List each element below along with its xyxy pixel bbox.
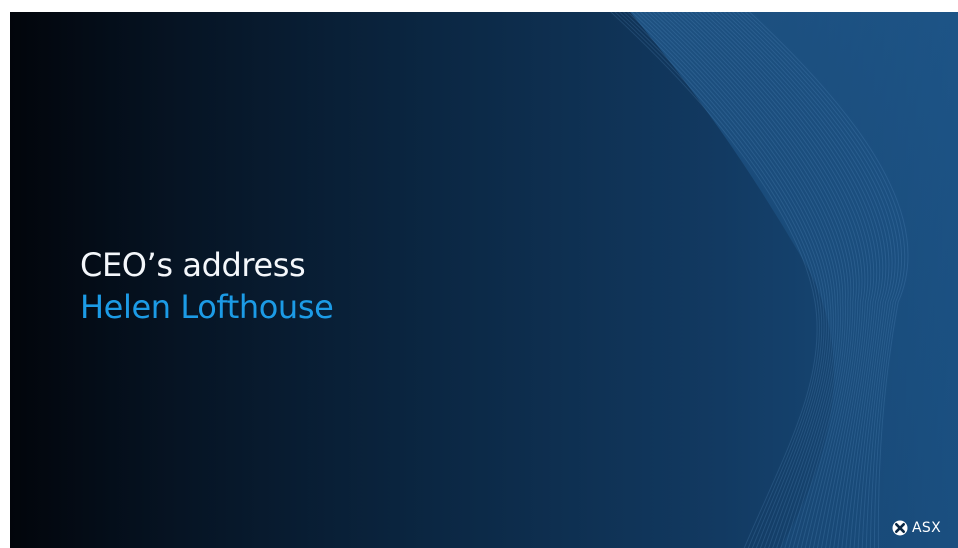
title-block: CEO’s address Helen Lofthouse — [80, 244, 334, 328]
brand-name: ASX — [912, 520, 941, 536]
title-slide: CEO’s address Helen Lofthouse ASX — [10, 12, 958, 548]
presenter-name: Helen Lofthouse — [80, 288, 334, 326]
brand-logo: ASX — [892, 520, 941, 536]
slide-title: CEO’s address — [80, 246, 306, 284]
asx-logo-icon — [892, 520, 908, 536]
